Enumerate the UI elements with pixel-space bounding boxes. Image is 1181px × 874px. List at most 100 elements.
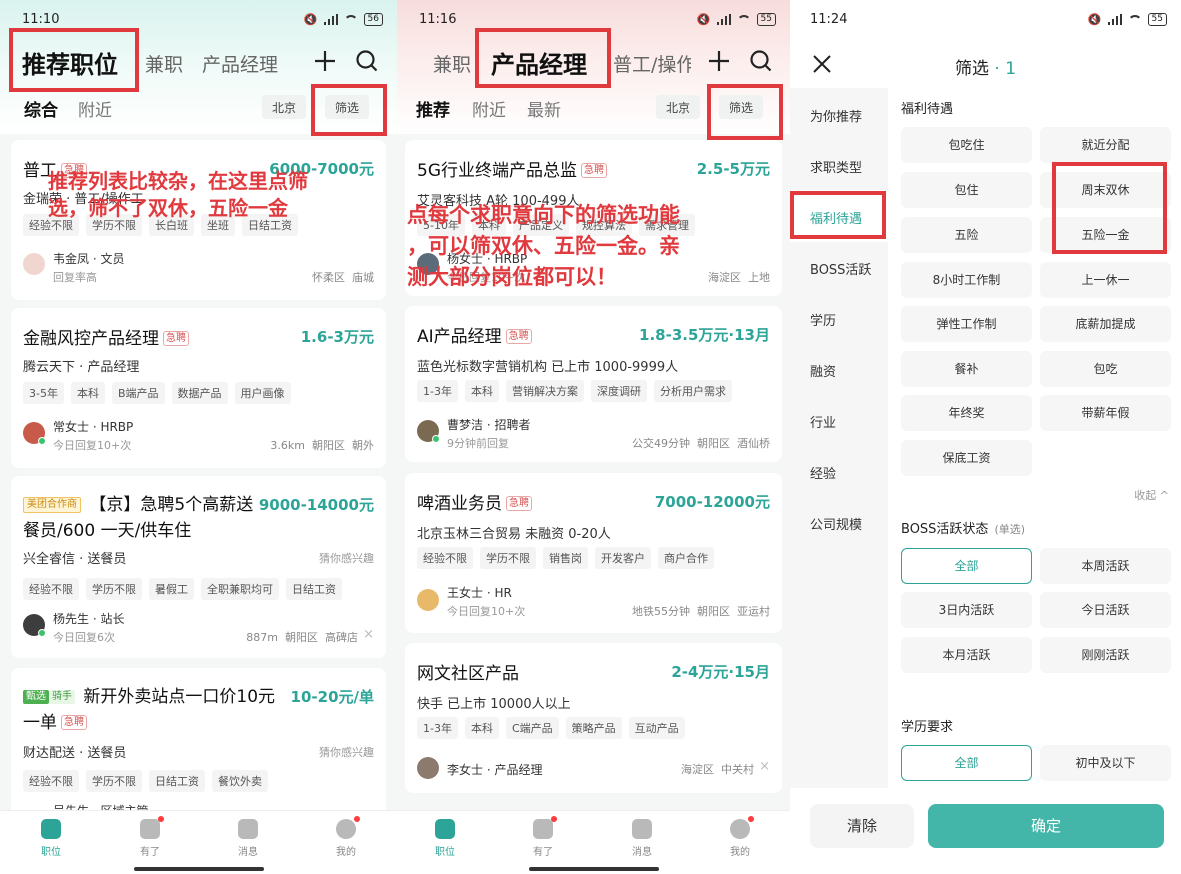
close-icon[interactable]: × <box>759 759 770 774</box>
tab-product-manager[interactable]: 产品经理 <box>491 45 587 80</box>
job-card[interactable]: AI产品经理 急聘 1.8-3.5万元·13月 蓝色光标数字营销机构 已上市 10… <box>405 306 782 462</box>
tab-general-worker[interactable]: 普工/操作 <box>613 50 691 77</box>
sidebar-item-education[interactable]: 学历 <box>810 310 836 329</box>
job-card[interactable]: 普工 急聘 6000-7000元 金瑞荣 · 普工/操作工 经验不限 学历不限 长… <box>11 140 386 300</box>
sidebar-item-financing[interactable]: 融资 <box>810 361 836 380</box>
option-boss-active[interactable]: 3日内活跃 <box>901 592 1032 628</box>
tag: 商户合作 <box>658 547 714 569</box>
tab-have[interactable]: 有了 <box>523 816 563 858</box>
option-welfare[interactable]: 就近分配 <box>1040 127 1171 163</box>
option-welfare[interactable]: 8小时工作制 <box>901 262 1032 298</box>
tab-part-time[interactable]: 兼职 <box>433 50 471 77</box>
sidebar-item-company-size[interactable]: 公司规模 <box>810 514 862 533</box>
plus-icon[interactable] <box>706 48 732 74</box>
option-welfare[interactable]: 包住 <box>901 172 1032 208</box>
filter-sidebar: 为你推荐 求职类型 福利待遇 BOSS活跃 学历 融资 行业 经验 公司规模 <box>790 88 888 788</box>
tag: 本科 <box>70 382 105 404</box>
clear-button[interactable]: 清除 <box>810 804 914 848</box>
tab-messages[interactable]: 消息 <box>622 819 662 858</box>
tab-recommended[interactable]: 推荐职位 <box>22 45 118 80</box>
tag: 互动产品 <box>628 717 685 739</box>
recruiter-name: 曹梦洁 · 招聘者 <box>447 418 531 432</box>
option-weekend-off[interactable]: 周末双休 <box>1040 172 1171 208</box>
collapse-toggle[interactable]: 收起 ^ <box>1134 487 1169 503</box>
option-welfare[interactable]: 包吃住 <box>901 127 1032 163</box>
filter-button[interactable]: 筛选 <box>325 95 370 119</box>
filter-button[interactable]: 筛选 <box>719 95 764 119</box>
job-card[interactable]: 网文社区产品 2-4万元·15月 快手 已上市 10000人以上 1-3年 本科… <box>405 643 782 793</box>
option-education[interactable]: 全部 <box>901 745 1032 781</box>
location: 海淀区 上地 <box>708 271 770 284</box>
subtab-comprehensive[interactable]: 综合 <box>24 96 58 121</box>
sidebar-item-job-type[interactable]: 求职类型 <box>810 157 862 176</box>
subtab-nearby[interactable]: 附近 <box>78 96 112 121</box>
plus-icon[interactable] <box>312 48 338 74</box>
avatar <box>417 253 439 275</box>
filter-header: 筛选 · 1 <box>790 40 1181 90</box>
avatar <box>23 253 45 275</box>
tab-part-time[interactable]: 兼职 <box>145 50 183 77</box>
city-selector[interactable]: 北京 <box>262 95 307 119</box>
salary: 1.8-3.5万元·13月 <box>639 326 770 344</box>
option-boss-active[interactable]: 今日活跃 <box>1040 592 1171 628</box>
job-card[interactable]: 啤酒业务员 急聘 7000-12000元 北京玉林三合贸易 未融资 0-20人 经… <box>405 473 782 633</box>
interest-label: 猜你感兴趣 <box>319 552 374 565</box>
option-welfare[interactable]: 弹性工作制 <box>901 306 1032 342</box>
salary: 9000-14000元 <box>258 496 374 514</box>
close-icon[interactable]: × <box>363 627 374 642</box>
urgent-badge: 急聘 <box>506 496 532 511</box>
tab-me[interactable]: 我的 <box>720 816 760 858</box>
salary: 1.6-3万元 <box>300 328 374 346</box>
tab-product-manager[interactable]: 产品经理 <box>202 50 278 77</box>
job-card[interactable]: 金融风控产品经理 急聘 1.6-3万元 腾云天下 · 产品经理 3-5年 本科 B… <box>11 308 386 468</box>
option-boss-active[interactable]: 本周活跃 <box>1040 548 1171 584</box>
salary: 2-4万元·15月 <box>671 663 770 681</box>
option-welfare[interactable]: 保底工资 <box>901 440 1032 476</box>
sidebar-item-for-you[interactable]: 为你推荐 <box>810 106 862 125</box>
tag-list: 3-5年 本科 B端产品 数据产品 用户画像 <box>23 382 291 404</box>
avatar <box>23 422 46 445</box>
tag: 学历不限 <box>86 214 142 236</box>
option-welfare[interactable]: 五险 <box>901 217 1032 253</box>
tag: 暑假工 <box>149 578 194 600</box>
sidebar-item-industry[interactable]: 行业 <box>810 412 836 431</box>
tab-me[interactable]: 我的 <box>326 816 366 858</box>
option-welfare[interactable]: 上一休一 <box>1040 262 1171 298</box>
tag: 全职兼职均可 <box>201 578 279 600</box>
location: 3.6km 朝阳区 朝外 <box>270 439 374 452</box>
sidebar-item-experience[interactable]: 经验 <box>810 463 836 482</box>
option-welfare[interactable]: 带薪年假 <box>1040 395 1171 431</box>
search-icon[interactable] <box>354 48 380 74</box>
city-selector[interactable]: 北京 <box>656 95 701 119</box>
tab-have[interactable]: 有了 <box>130 816 170 858</box>
subtab-nearby[interactable]: 附近 <box>472 96 506 121</box>
subtab-latest[interactable]: 最新 <box>527 96 561 121</box>
option-boss-active[interactable]: 本月活跃 <box>901 637 1032 673</box>
option-welfare[interactable]: 包吃 <box>1040 351 1171 387</box>
tab-jobs[interactable]: 职位 <box>31 819 71 858</box>
tab-jobs[interactable]: 职位 <box>425 819 465 858</box>
option-five-insurances-one-fund[interactable]: 五险一金 <box>1040 217 1171 253</box>
job-title-line1: 【京】急聘5个高薪送 <box>89 495 254 515</box>
option-welfare[interactable]: 底薪加提成 <box>1040 306 1171 342</box>
option-boss-active[interactable]: 全部 <box>901 548 1032 584</box>
sidebar-item-welfare[interactable]: 福利待遇 <box>810 208 862 227</box>
search-icon[interactable] <box>748 48 774 74</box>
option-education[interactable]: 初中及以下 <box>1040 745 1171 781</box>
mute-icon: 🔇 <box>696 13 711 26</box>
option-welfare[interactable]: 年终奖 <box>901 395 1032 431</box>
option-boss-active[interactable]: 刚刚活跃 <box>1040 637 1171 673</box>
confirm-button[interactable]: 确定 <box>928 804 1164 848</box>
tab-messages[interactable]: 消息 <box>228 819 268 858</box>
filter-count: · 1 <box>994 59 1017 79</box>
tag: 坐班 <box>201 214 235 236</box>
sidebar-item-boss-active[interactable]: BOSS活跃 <box>810 259 871 278</box>
chat-icon <box>238 819 258 839</box>
job-card[interactable]: 5G行业终端产品总监 急聘 2.5-5万元 艾灵客科技 A轮 100-499人 5… <box>405 140 782 296</box>
option-welfare[interactable]: 餐补 <box>901 351 1032 387</box>
subtab-recommended[interactable]: 推荐 <box>416 96 450 121</box>
mute-icon: 🔇 <box>1087 13 1102 26</box>
job-card[interactable]: 美团合作商 【京】急聘5个高薪送 餐员/600 一天/供车住 9000-1400… <box>11 476 386 658</box>
job-card[interactable]: 甄选 骑手 新开外卖站点一口价10元 一单 急聘 10-20元/单 财达配送 · 送… <box>11 668 386 828</box>
avatar <box>417 757 439 779</box>
